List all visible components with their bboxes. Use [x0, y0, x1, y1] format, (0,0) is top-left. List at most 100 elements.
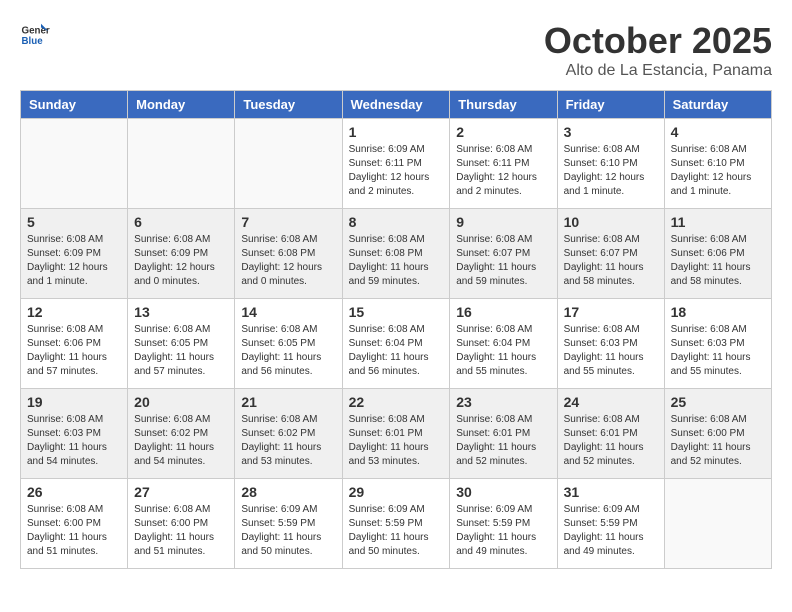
day-info: Sunrise: 6:08 AMSunset: 6:08 PMDaylight:… — [241, 233, 335, 289]
day-info: Sunrise: 6:08 AMSunset: 6:06 PMDaylight:… — [27, 323, 121, 379]
header-sunday: Sunday — [21, 91, 128, 119]
day-info: Sunrise: 6:08 AMSunset: 6:03 PMDaylight:… — [564, 323, 658, 379]
logo-icon: General Blue — [20, 20, 50, 50]
day-info: Sunrise: 6:08 AMSunset: 6:01 PMDaylight:… — [564, 413, 658, 469]
day-info: Sunrise: 6:09 AMSunset: 5:59 PMDaylight:… — [241, 503, 335, 559]
day-info: Sunrise: 6:08 AMSunset: 6:03 PMDaylight:… — [671, 323, 765, 379]
day-number: 9 — [456, 214, 550, 230]
day-number: 13 — [134, 304, 228, 320]
table-row: 14 Sunrise: 6:08 AMSunset: 6:05 PMDayligh… — [235, 299, 342, 389]
table-row: 20 Sunrise: 6:08 AMSunset: 6:02 PMDayligh… — [128, 389, 235, 479]
table-row: 19 Sunrise: 6:08 AMSunset: 6:03 PMDayligh… — [21, 389, 128, 479]
table-row: 11Sunrise: 6:08 AMSunset: 6:06 PMDayligh… — [664, 209, 771, 299]
day-info: Sunrise: 6:08 AMSunset: 6:05 PMDaylight:… — [241, 323, 335, 379]
calendar-week-row: 1 Sunrise: 6:09 AMSunset: 6:11 PMDaylight… — [21, 119, 772, 209]
table-row: 30 Sunrise: 6:09 AMSunset: 5:59 PMDayligh… — [450, 479, 557, 569]
day-number: 27 — [134, 484, 228, 500]
day-number: 1 — [349, 124, 444, 140]
table-row — [128, 119, 235, 209]
table-row: 25 Sunrise: 6:08 AMSunset: 6:00 PMDayligh… — [664, 389, 771, 479]
day-number: 16 — [456, 304, 550, 320]
calendar-week-row: 5 Sunrise: 6:08 AMSunset: 6:09 PMDaylight… — [21, 209, 772, 299]
table-row: 7 Sunrise: 6:08 AMSunset: 6:08 PMDaylight… — [235, 209, 342, 299]
day-info: Sunrise: 6:08 AMSunset: 6:10 PMDaylight:… — [671, 143, 765, 199]
day-info: Sunrise: 6:08 AMSunset: 6:02 PMDaylight:… — [241, 413, 335, 469]
day-number: 20 — [134, 394, 228, 410]
day-number: 22 — [349, 394, 444, 410]
table-row: 21 Sunrise: 6:08 AMSunset: 6:02 PMDayligh… — [235, 389, 342, 479]
day-number: 17 — [564, 304, 658, 320]
header-saturday: Saturday — [664, 91, 771, 119]
day-info: Sunrise: 6:08 AMSunset: 6:08 PMDaylight:… — [349, 233, 444, 289]
table-row: 29 Sunrise: 6:09 AMSunset: 5:59 PMDayligh… — [342, 479, 450, 569]
day-info: Sunrise: 6:08 AMSunset: 6:00 PMDaylight:… — [671, 413, 765, 469]
calendar-week-row: 19 Sunrise: 6:08 AMSunset: 6:03 PMDayligh… — [21, 389, 772, 479]
day-number: 30 — [456, 484, 550, 500]
day-number: 29 — [349, 484, 444, 500]
day-info: Sunrise: 6:08 AMSunset: 6:00 PMDaylight:… — [134, 503, 228, 559]
table-row: 5 Sunrise: 6:08 AMSunset: 6:09 PMDaylight… — [21, 209, 128, 299]
day-info: Sunrise: 6:08 AMSunset: 6:05 PMDaylight:… — [134, 323, 228, 379]
day-info: Sunrise: 6:08 AMSunset: 6:00 PMDaylight:… — [27, 503, 121, 559]
table-row — [21, 119, 128, 209]
day-info: Sunrise: 6:09 AMSunset: 5:59 PMDaylight:… — [456, 503, 550, 559]
day-info: Sunrise: 6:08 AMSunset: 6:07 PMDaylight:… — [456, 233, 550, 289]
day-number: 12 — [27, 304, 121, 320]
day-number: 24 — [564, 394, 658, 410]
table-row: 15Sunrise: 6:08 AMSunset: 6:04 PMDayligh… — [342, 299, 450, 389]
table-row: 4Sunrise: 6:08 AMSunset: 6:10 PMDaylight… — [664, 119, 771, 209]
day-number: 19 — [27, 394, 121, 410]
day-info: Sunrise: 6:09 AMSunset: 6:11 PMDaylight:… — [349, 143, 444, 199]
header-tuesday: Tuesday — [235, 91, 342, 119]
svg-text:General: General — [22, 26, 51, 37]
table-row: 2Sunrise: 6:08 AMSunset: 6:11 PMDaylight… — [450, 119, 557, 209]
day-number: 18 — [671, 304, 765, 320]
table-row: 23 Sunrise: 6:08 AMSunset: 6:01 PMDayligh… — [450, 389, 557, 479]
header-friday: Friday — [557, 91, 664, 119]
day-number: 28 — [241, 484, 335, 500]
page-header: General Blue October 2025 Alto de La Est… — [20, 20, 772, 80]
table-row: 12 Sunrise: 6:08 AMSunset: 6:06 PMDayligh… — [21, 299, 128, 389]
day-number: 14 — [241, 304, 335, 320]
header-thursday: Thursday — [450, 91, 557, 119]
svg-text:Blue: Blue — [22, 36, 44, 47]
day-number: 31 — [564, 484, 658, 500]
day-number: 6 — [134, 214, 228, 230]
day-number: 21 — [241, 394, 335, 410]
day-number: 23 — [456, 394, 550, 410]
table-row: 31 Sunrise: 6:09 AMSunset: 5:59 PMDayligh… — [557, 479, 664, 569]
calendar-table: Sunday Monday Tuesday Wednesday Thursday… — [20, 90, 772, 569]
table-row — [664, 479, 771, 569]
table-row: 8Sunrise: 6:08 AMSunset: 6:08 PMDaylight… — [342, 209, 450, 299]
calendar-week-row: 12 Sunrise: 6:08 AMSunset: 6:06 PMDayligh… — [21, 299, 772, 389]
day-info: Sunrise: 6:08 AMSunset: 6:02 PMDaylight:… — [134, 413, 228, 469]
day-number: 2 — [456, 124, 550, 140]
table-row — [235, 119, 342, 209]
day-info: Sunrise: 6:08 AMSunset: 6:04 PMDaylight:… — [456, 323, 550, 379]
day-number: 26 — [27, 484, 121, 500]
day-info: Sunrise: 6:08 AMSunset: 6:01 PMDaylight:… — [349, 413, 444, 469]
day-number: 5 — [27, 214, 121, 230]
table-row: 10Sunrise: 6:08 AMSunset: 6:07 PMDayligh… — [557, 209, 664, 299]
table-row: 22 Sunrise: 6:08 AMSunset: 6:01 PMDayligh… — [342, 389, 450, 479]
table-row: 16 Sunrise: 6:08 AMSunset: 6:04 PMDayligh… — [450, 299, 557, 389]
day-info: Sunrise: 6:09 AMSunset: 5:59 PMDaylight:… — [349, 503, 444, 559]
table-row: 6 Sunrise: 6:08 AMSunset: 6:09 PMDaylight… — [128, 209, 235, 299]
table-row: 13 Sunrise: 6:08 AMSunset: 6:05 PMDayligh… — [128, 299, 235, 389]
day-number: 7 — [241, 214, 335, 230]
calendar-title: October 2025 — [544, 20, 772, 62]
day-info: Sunrise: 6:08 AMSunset: 6:09 PMDaylight:… — [27, 233, 121, 289]
calendar-week-row: 26 Sunrise: 6:08 AMSunset: 6:00 PMDayligh… — [21, 479, 772, 569]
calendar-subtitle: Alto de La Estancia, Panama — [544, 62, 772, 80]
day-info: Sunrise: 6:08 AMSunset: 6:01 PMDaylight:… — [456, 413, 550, 469]
weekday-header-row: Sunday Monday Tuesday Wednesday Thursday… — [21, 91, 772, 119]
header-wednesday: Wednesday — [342, 91, 450, 119]
title-block: October 2025 Alto de La Estancia, Panama — [544, 20, 772, 80]
day-info: Sunrise: 6:08 AMSunset: 6:09 PMDaylight:… — [134, 233, 228, 289]
day-number: 25 — [671, 394, 765, 410]
day-number: 15 — [349, 304, 444, 320]
day-info: Sunrise: 6:09 AMSunset: 5:59 PMDaylight:… — [564, 503, 658, 559]
header-monday: Monday — [128, 91, 235, 119]
table-row: 24 Sunrise: 6:08 AMSunset: 6:01 PMDayligh… — [557, 389, 664, 479]
day-info: Sunrise: 6:08 AMSunset: 6:03 PMDaylight:… — [27, 413, 121, 469]
